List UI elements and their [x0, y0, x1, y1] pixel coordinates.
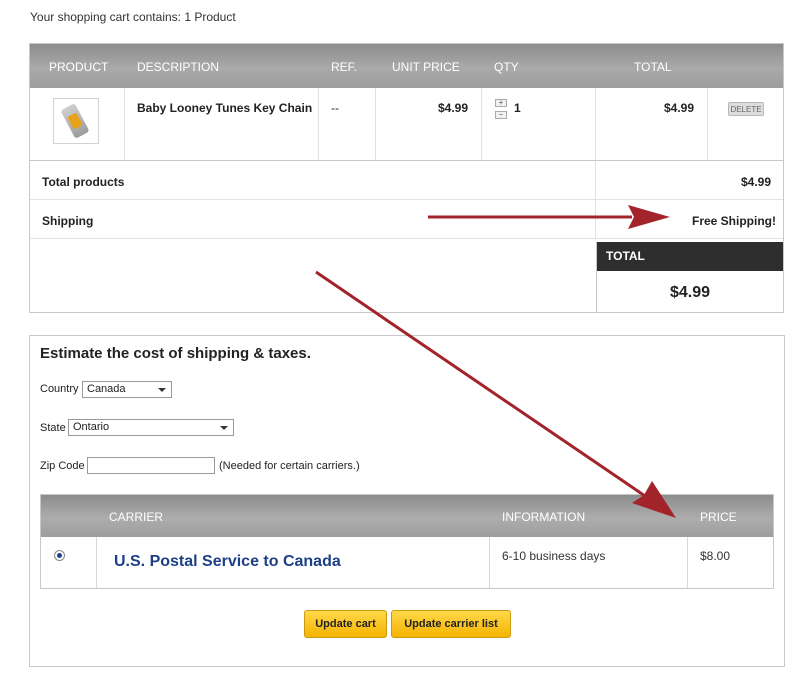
carrier-price: $8.00 [700, 549, 731, 563]
chevron-down-icon [158, 388, 166, 392]
zip-code-input[interactable] [87, 457, 215, 474]
product-description[interactable]: Baby Looney Tunes Key Chain [137, 101, 312, 115]
divider [481, 88, 482, 160]
qty-plus-button[interactable]: + [495, 99, 507, 107]
total-products-value: $4.99 [741, 175, 772, 189]
col-description: DESCRIPTION [137, 60, 220, 74]
grand-total-box: TOTAL $4.99 [596, 242, 783, 312]
update-cart-button[interactable]: Update cart [304, 610, 387, 638]
product-total: $4.99 [664, 101, 695, 115]
shipping-row: Shipping Free Shipping! [30, 200, 783, 239]
col-unit-price: UNIT PRICE [392, 60, 460, 74]
country-select-value: Canada [87, 383, 126, 395]
carrier-name: U.S. Postal Service to Canada [114, 553, 341, 570]
zip-note: (Needed for certain carriers.) [219, 460, 360, 472]
total-products-row: Total products $4.99 [30, 161, 783, 200]
cart-summary: Your shopping cart contains: 1 Product [30, 10, 236, 24]
col-ref: REF. [331, 60, 358, 74]
state-label: State [40, 422, 66, 434]
keychain-image [60, 103, 90, 139]
divider [687, 537, 688, 588]
update-carrier-list-button[interactable]: Update carrier list [391, 610, 511, 638]
product-unit-price: $4.99 [438, 101, 469, 115]
col-price: PRICE [700, 510, 737, 524]
divider [595, 88, 596, 160]
cart-table: PRODUCT DESCRIPTION REF. UNIT PRICE QTY … [29, 43, 784, 313]
divider [707, 88, 708, 160]
qty-minus-button[interactable]: − [495, 111, 507, 119]
carrier-information: 6-10 business days [502, 549, 606, 563]
divider [489, 537, 490, 588]
product-qty: 1 [514, 101, 521, 115]
col-information: INFORMATION [502, 510, 586, 524]
divider [595, 161, 596, 200]
divider [318, 88, 319, 160]
carrier-radio[interactable] [54, 550, 65, 561]
carrier-table-header: CARRIER INFORMATION PRICE [41, 495, 773, 537]
zip-label: Zip Code [40, 460, 85, 472]
col-total: TOTAL [634, 60, 672, 74]
divider [96, 537, 97, 588]
cart-table-header: PRODUCT DESCRIPTION REF. UNIT PRICE QTY … [30, 44, 783, 88]
carrier-table: CARRIER INFORMATION PRICE U.S. Postal Se… [40, 494, 774, 589]
grand-total-label: TOTAL [597, 242, 783, 271]
shipping-label: Shipping [42, 214, 94, 228]
product-thumbnail[interactable] [53, 98, 99, 144]
grand-total-value: $4.99 [669, 284, 711, 301]
col-carrier: CARRIER [109, 510, 164, 524]
country-select[interactable]: Canada [82, 381, 172, 398]
divider [375, 88, 376, 160]
col-qty: QTY [494, 60, 519, 74]
total-products-label: Total products [42, 175, 125, 189]
delete-button[interactable]: DELETE [728, 102, 764, 116]
estimate-title: Estimate the cost of shipping & taxes. [40, 345, 311, 362]
chevron-down-icon [220, 426, 228, 430]
col-product: PRODUCT [49, 60, 109, 74]
estimate-shipping-panel: Estimate the cost of shipping & taxes. C… [29, 335, 785, 667]
state-select[interactable]: Ontario [68, 419, 234, 436]
shipping-value: Free Shipping! [692, 214, 776, 228]
cart-item-row: Baby Looney Tunes Key Chain -- $4.99 + −… [30, 88, 783, 161]
divider [124, 88, 125, 160]
country-label: Country [40, 383, 79, 395]
divider [595, 200, 596, 239]
product-ref: -- [331, 101, 339, 115]
state-select-value: Ontario [73, 421, 110, 433]
